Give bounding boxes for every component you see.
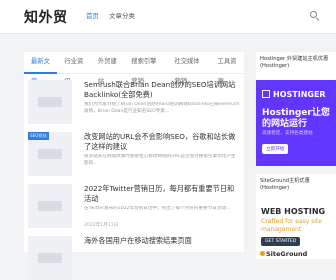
site-header: 知外贸 首页 文章分类 <box>0 0 336 34</box>
article-title[interactable]: 2022年Twitter营销日历，每月都有重要节日和活动 <box>84 184 240 204</box>
list-item[interactable]: SEO优化 改变网站的URL会不会影响SEO，谷歌和站长做了这样的建议 很多站长… <box>28 132 240 178</box>
hostinger-ad-card: Hostinger 外贸建站主机优惠(Hostinger) HOSTINGER … <box>256 52 336 166</box>
nav-home[interactable]: 首页 <box>86 10 99 20</box>
article-thumbnail[interactable] <box>28 236 72 280</box>
ad-title[interactable]: SiteGround主机优惠(Hostinger) <box>256 174 336 194</box>
siteground-cta-button[interactable]: GET STARTED <box>261 237 301 246</box>
search-icon[interactable] <box>310 11 320 22</box>
tab-tools[interactable]: 工具资源 <box>211 52 244 85</box>
ad-title[interactable]: Hostinger 外贸建站主机优惠(Hostinger) <box>256 52 336 72</box>
article-excerpt: 在Twitter发布的2022年营销日历中，列出了每个月份的重要节日活动… <box>84 206 231 211</box>
category-tabs: 最新文章 行业资讯 外贸建站 搜索引擎营销 社交媒体营销 工具资源 <box>24 52 244 85</box>
hostinger-headline: Hostinger让您的网站运行 <box>262 108 330 129</box>
article-list-panel: 最新文章 行业资讯 外贸建站 搜索引擎营销 社交媒体营销 工具资源 Semrus… <box>24 52 244 280</box>
siteground-headline: WEB HOSTING <box>261 207 326 216</box>
tab-search-marketing[interactable]: 搜索引擎营销 <box>124 52 167 85</box>
site-logo[interactable]: 知外贸 <box>24 7 68 27</box>
article-date: 2022年1月11日 <box>84 223 119 228</box>
tab-latest[interactable]: 最新文章 <box>24 52 58 85</box>
list-item[interactable]: 海外各国用户在移动搜索结果页面 <box>28 236 240 280</box>
nav-categories[interactable]: 文章分类 <box>109 10 135 20</box>
tab-social-marketing[interactable]: 社交媒体营销 <box>167 52 210 85</box>
hostinger-cta-button[interactable]: 立即开始 <box>262 144 289 154</box>
article-title[interactable]: 海外各国用户在移动搜索结果页面 <box>84 236 240 246</box>
article-excerpt: 很多站长在网站改版时都会担心修改网站的URL是否会对搜索引擎优化产生影响… <box>84 154 236 166</box>
article-thumbnail[interactable]: SEO优化 <box>28 132 72 176</box>
category-badge: SEO优化 <box>28 132 49 140</box>
list-item[interactable]: 2022年Twitter营销日历，每月都有重要节日和活动 在Twitter发布的… <box>28 184 240 230</box>
tab-site-building[interactable]: 外贸建站 <box>91 52 124 85</box>
list-item[interactable]: Semrush联合Brian Dean创办的SEO培训网站Backlinko(全… <box>28 80 240 126</box>
hostinger-subtext: 高速稳定，支持各类建站 <box>262 131 313 136</box>
hostinger-logo: HOSTINGER <box>273 90 326 99</box>
siteground-subtext: Crafted for easy site management <box>261 218 323 233</box>
article-title[interactable]: Semrush联合Brian Dean创办的SEO培训网站Backlinko(全… <box>84 80 240 100</box>
tab-industry-news[interactable]: 行业资讯 <box>57 52 90 85</box>
article-excerpt: 我们为大家介绍了Brian Dean创办的SEO培训网站Backlinko已被S… <box>84 102 240 114</box>
main-nav: 首页 文章分类 <box>86 10 135 20</box>
article-title[interactable]: 改变网站的URL会不会影响SEO，谷歌和站长做了这样的建议 <box>84 132 240 152</box>
article-thumbnail[interactable] <box>28 80 72 124</box>
article-thumbnail[interactable] <box>28 184 72 228</box>
siteground-banner[interactable]: WEB HOSTING Crafted for easy site manage… <box>256 199 336 259</box>
hostinger-banner[interactable]: HOSTINGER Hostinger让您的网站运行 高速稳定，支持各类建站 立… <box>256 80 336 166</box>
hostinger-logo-icon <box>262 90 270 98</box>
siteground-logo: SiteGround <box>266 250 308 258</box>
